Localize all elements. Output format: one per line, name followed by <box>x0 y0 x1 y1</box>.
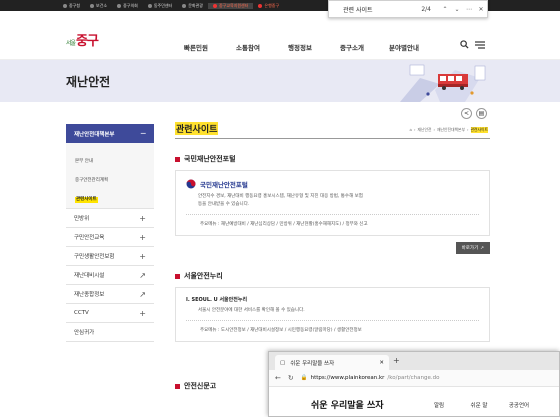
top-link-health-center[interactable]: 보건소 <box>85 3 112 9</box>
site-card-seoul-safety: 서울안전누리 I. SEOUL. U 서울안전누리 서울시 안전분야에 대한 서… <box>175 271 490 342</box>
banner-title: 재난안전 <box>66 75 111 89</box>
card-box: I. SEOUL. U 서울안전누리 서울시 안전분야에 대한 서비스를 확인해… <box>175 287 490 342</box>
breadcrumb-item[interactable]: 재난안전 <box>418 127 432 133</box>
nav-item-about[interactable]: 중구소개 <box>326 42 378 52</box>
sidebar-head[interactable]: 재난안전대책본부 — <box>66 124 154 143</box>
plus-icon: + <box>139 308 146 318</box>
refresh-icon[interactable]: ↻ <box>288 374 294 382</box>
search-icon[interactable] <box>460 40 469 49</box>
breadcrumb: ⌂ › 재난안전 › 재난안전대책본부 › 관련사이트 <box>409 127 488 133</box>
page-banner: 재난안전 <box>0 60 560 102</box>
top-link-council[interactable]: 중구의회 <box>112 3 143 9</box>
main-nav: 빠른민원 소통참여 행정정보 중구소개 분야별안내 <box>170 42 430 52</box>
top-link-culture-tour[interactable]: 문화관광 <box>177 3 208 9</box>
external-link-icon: ↗ <box>480 245 484 251</box>
top-link-ginkgo[interactable]: 은행중구 <box>253 3 284 9</box>
back-icon[interactable]: ← <box>275 374 281 382</box>
overlay-page: 쉬운 우리말을 쓰자 알림 쉬운 말 공공언어 <box>269 386 559 416</box>
nav-item-quick-service[interactable]: 빠른민원 <box>170 42 222 52</box>
nav-item-admin-info[interactable]: 행정정보 <box>274 42 326 52</box>
fire-truck-illustration <box>400 64 486 102</box>
overlay-nav-item[interactable]: 알림 <box>419 401 459 409</box>
tab-strip: ▢ 쉬운 우리말을 쓰자 ✕ + <box>269 352 559 370</box>
print-icon[interactable]: ▤ <box>476 108 487 119</box>
find-match-count: 2/4 <box>421 5 431 13</box>
new-tab-icon[interactable]: + <box>393 356 400 365</box>
plus-icon: + <box>139 213 146 223</box>
card-title: 서울안전누리 <box>184 272 223 280</box>
top-link-district-office[interactable]: 중구청 <box>58 3 85 9</box>
site-logo[interactable]: 서울중구 <box>66 30 99 49</box>
sidebar-item-safety-insurance[interactable]: 구민생활안전보험 + <box>66 247 154 266</box>
lock-icon: 🔒 <box>300 375 308 381</box>
overlay-nav: 알림 쉬운 말 공공언어 <box>419 401 539 409</box>
card-title: 국민재난안전포털 <box>184 155 236 163</box>
external-link-icon: ↗ <box>139 270 146 280</box>
sidebar-item-cctv[interactable]: CCTV + <box>66 304 154 323</box>
sidebar-item-safe-return[interactable]: 안심귀가 <box>66 323 154 342</box>
submenu-item[interactable]: 본부 안내 <box>75 147 150 166</box>
taegeuk-logo-icon <box>186 179 196 189</box>
submenu-item-active[interactable]: 관련사이트 <box>75 185 150 204</box>
overlay-nav-item[interactable]: 쉬운 말 <box>459 401 499 409</box>
bullet-icon <box>175 383 180 389</box>
card-brand: I. SEOUL. U 서울안전누리 <box>186 297 248 303</box>
card-brand: 국민재난안전포털 <box>200 181 248 189</box>
header-icons <box>460 40 485 49</box>
sidebar-submenu: 본부 안내 중구안전관리계획 관련사이트 <box>66 143 154 209</box>
card-desc-line: 안전지수 경보, 재난대비 행동요령 홍보시스템, 재난유형 및 지진 대응 방… <box>198 194 363 199</box>
go-to-site-button[interactable]: 바로가기 ↗ <box>455 242 490 254</box>
chevron-down-icon[interactable]: ⌄ <box>451 6 463 13</box>
card-box: 국민재난안전포털 안전지수 경보, 재난대비 행동요령 홍보시스템, 재난유형 … <box>175 170 490 236</box>
home-icon[interactable]: ⌂ <box>410 127 412 133</box>
bullet-icon <box>175 273 180 279</box>
find-input[interactable]: 관련 사이트 <box>329 5 421 14</box>
chevron-up-icon[interactable]: ⌃ <box>439 6 451 13</box>
address-bar[interactable]: 🔒 https://www.plainkorean.kr/ko/part/cha… <box>301 375 553 381</box>
site-header: 서울중구 빠른민원 소통참여 행정정보 중구소개 분야별안내 <box>0 11 560 60</box>
browser-tab[interactable]: ▢ 쉬운 우리말을 쓰자 ✕ <box>275 355 389 370</box>
sidebar-item-safety-education[interactable]: 구민안전교육 + <box>66 228 154 247</box>
overlay-nav-item[interactable]: 공공언어 <box>499 401 539 409</box>
top-link-education-center[interactable]: 중구교육지원센터 <box>207 2 254 9</box>
menu-icon[interactable] <box>475 40 485 49</box>
top-link-community-center[interactable]: 동주민센터 <box>143 3 177 9</box>
breadcrumb-current: 관련사이트 <box>470 127 488 133</box>
page-title: 관련사이트 <box>175 122 219 135</box>
share-icon[interactable]: < <box>461 108 472 119</box>
plus-icon: + <box>139 232 146 242</box>
minus-icon: — <box>140 130 147 137</box>
card-menu-note: 주요메뉴 : 재난예방대비 / 재난심리상담 / 민방위 / 재난현황(홍수재해… <box>186 214 479 227</box>
sidebar-item-shelters[interactable]: 재난대비시설 ↗ <box>66 266 154 285</box>
sidebar-item-disaster-info[interactable]: 재난종합정보 ↗ <box>66 285 154 304</box>
sidebar-item-civil-defense[interactable]: 민방위 + <box>66 209 154 228</box>
address-row: ← ↻ 🔒 https://www.plainkorean.kr/ko/part… <box>269 370 559 386</box>
plus-icon: + <box>139 251 146 261</box>
close-icon[interactable]: ✕ <box>475 6 487 13</box>
site-card-safety-portal: 국민재난안전포털 국민재난안전포털 안전지수 경보, 재난대비 행동요령 홍보시… <box>175 154 490 236</box>
nav-item-guides[interactable]: 분야별안내 <box>378 42 430 52</box>
top-links: 중구청 보건소 중구의회 동주민센터 문화관광 중구교육지원센터 은행중구 <box>58 0 284 11</box>
close-tab-icon[interactable]: ✕ <box>379 360 384 366</box>
submenu-item[interactable]: 중구안전관리계획 <box>75 166 150 185</box>
bullet-icon <box>175 156 180 162</box>
card-menu-note: 주요메뉴 : 도시안전정보 / 재난대비시설정보 / 시민행동요령(알림마당) … <box>186 320 479 333</box>
card-desc-line: 등을 안내받을 수 있습니다. <box>198 202 250 207</box>
plainkorean-logo[interactable]: 쉬운 우리말을 쓰자 <box>311 398 384 411</box>
nav-item-participation[interactable]: 소통참여 <box>222 42 274 52</box>
card-desc-line: 서울시 안전분야에 대한 서비스를 확인해 볼 수 있습니다. <box>198 308 305 313</box>
page-icon: ▢ <box>280 359 286 366</box>
page-tools: < ▤ <box>461 108 487 119</box>
find-in-page-bar: 관련 사이트 2/4 ⌃ ⌄ ⋯ ✕ <box>328 0 488 18</box>
card-title: 안전신문고 <box>184 382 217 390</box>
external-link-icon: ↗ <box>139 289 146 299</box>
overlay-browser-window: ▢ 쉬운 우리말을 쓰자 ✕ + ← ↻ 🔒 https://www.plain… <box>268 351 560 417</box>
title-divider <box>175 138 490 139</box>
breadcrumb-item[interactable]: 재난안전대책본부 <box>437 127 465 133</box>
more-icon[interactable]: ⋯ <box>463 6 475 13</box>
sidebar: 재난안전대책본부 — 본부 안내 중구안전관리계획 관련사이트 민방위 + 구민안… <box>66 124 154 342</box>
